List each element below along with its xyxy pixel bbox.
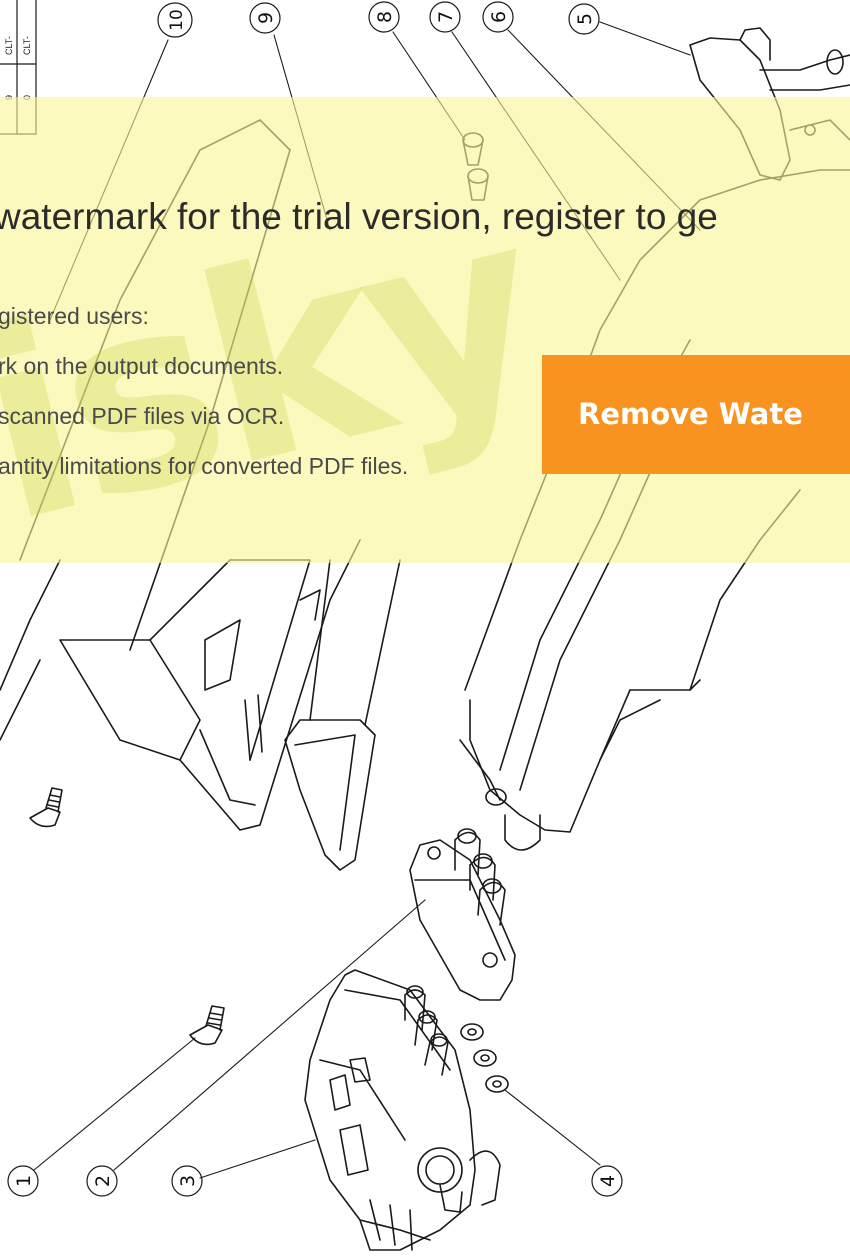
callout-6: 6 <box>488 11 510 23</box>
callout-5: 5 <box>574 13 596 25</box>
callout-3: 3 <box>177 1175 199 1187</box>
title-block-text: CLT- CLT- 9 0 <box>4 36 32 100</box>
callout-10: 10 <box>167 9 187 31</box>
callout-9: 9 <box>255 12 277 24</box>
watermark-benefit-1: rk on the output documents. <box>0 353 284 379</box>
watermark-intro: gistered users: <box>0 303 149 329</box>
trial-watermark-banner: isky watermark for the trial version, re… <box>0 97 850 563</box>
svg-text:CLT-: CLT- <box>22 36 32 55</box>
three-port-manifold <box>409 828 516 1001</box>
watermark-title: watermark for the trial version, registe… <box>0 196 718 237</box>
watermark-benefit-2: scanned PDF files via OCR. <box>0 403 285 429</box>
u-bracket <box>284 559 401 871</box>
callout-2: 2 <box>92 1175 114 1187</box>
callout-4: 4 <box>597 1175 619 1187</box>
callout-8: 8 <box>374 11 396 23</box>
callout-7: 7 <box>435 11 457 23</box>
flat-head-screw-left <box>29 787 63 828</box>
callout-1: 1 <box>13 1175 35 1187</box>
remove-watermark-button[interactable]: Remove Wate <box>542 355 850 474</box>
watermark-benefit-3: antity limitations for converted PDF fil… <box>0 453 409 479</box>
valve-block <box>304 969 501 1251</box>
o-rings <box>460 1023 509 1093</box>
flat-head-screw-1 <box>189 1005 225 1046</box>
svg-text:CLT-: CLT- <box>4 36 14 55</box>
